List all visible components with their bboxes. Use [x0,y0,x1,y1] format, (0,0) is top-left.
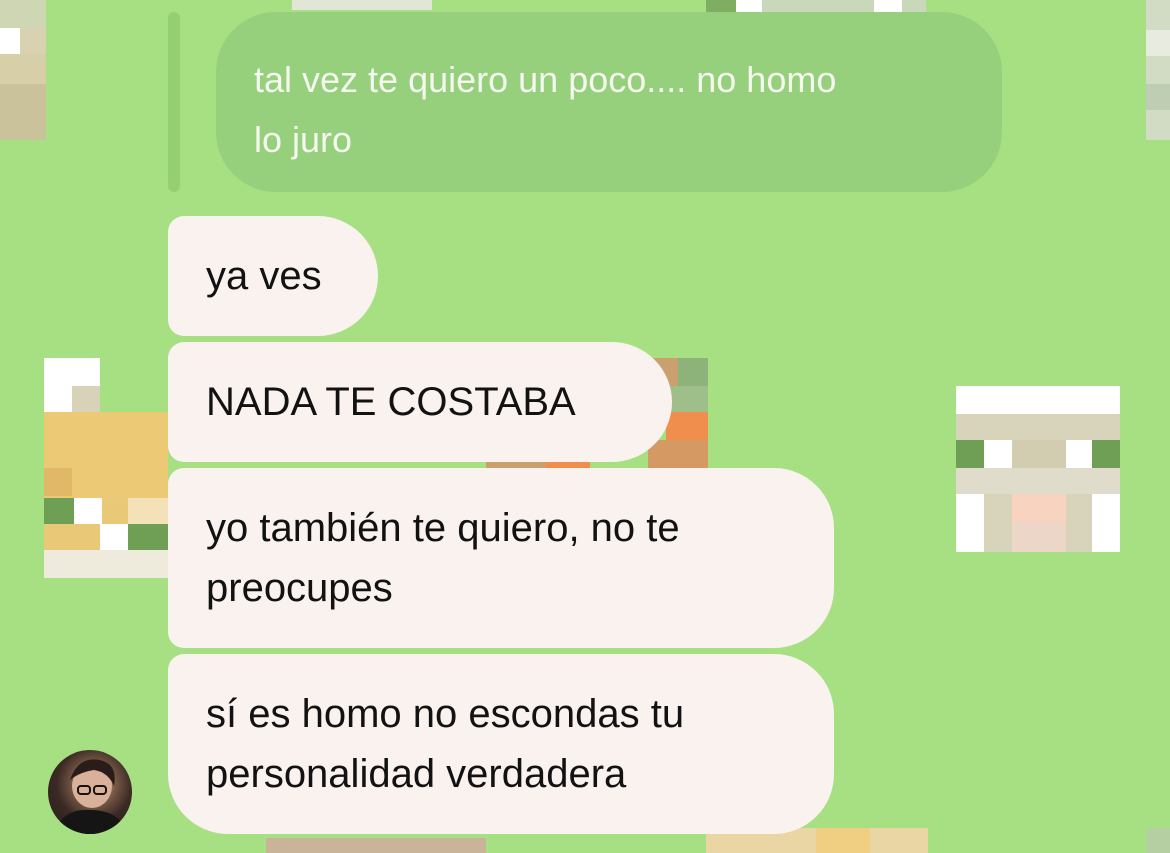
avatar-photo-icon [54,759,128,834]
message-bubble[interactable]: ya ves [168,216,378,336]
message-bubble[interactable]: NADA TE COSTABA [168,342,672,462]
reply-quote-bar [168,12,180,192]
message-bubble[interactable]: sí es homo no escondas tu personalidad v… [168,654,834,834]
message-text: sí es homo no escondas tu personalidad v… [206,692,685,796]
wallpaper-pixel-block [1146,828,1170,853]
quoted-message-text: tal vez te quiero un poco.... no homo lo… [254,59,837,160]
sender-avatar[interactable] [48,750,132,834]
wallpaper-pixel-block [292,0,432,10]
wallpaper-pixel-sheep [956,386,1120,552]
wallpaper-pixel-creature [44,358,168,578]
message-text: ya ves [206,254,322,298]
wallpaper-pixel-sheep [0,0,46,140]
quoted-message-bubble[interactable]: tal vez te quiero un poco.... no homo lo… [216,12,1002,192]
wallpaper-pixel-block [1146,0,1170,140]
message-text: NADA TE COSTABA [206,380,576,424]
wallpaper-pixel-block [266,838,486,853]
message-text: yo también te quiero, no te preocupes [206,506,680,610]
message-bubble[interactable]: yo también te quiero, no te preocupes [168,468,834,648]
wallpaper-pixel-block [706,0,926,12]
